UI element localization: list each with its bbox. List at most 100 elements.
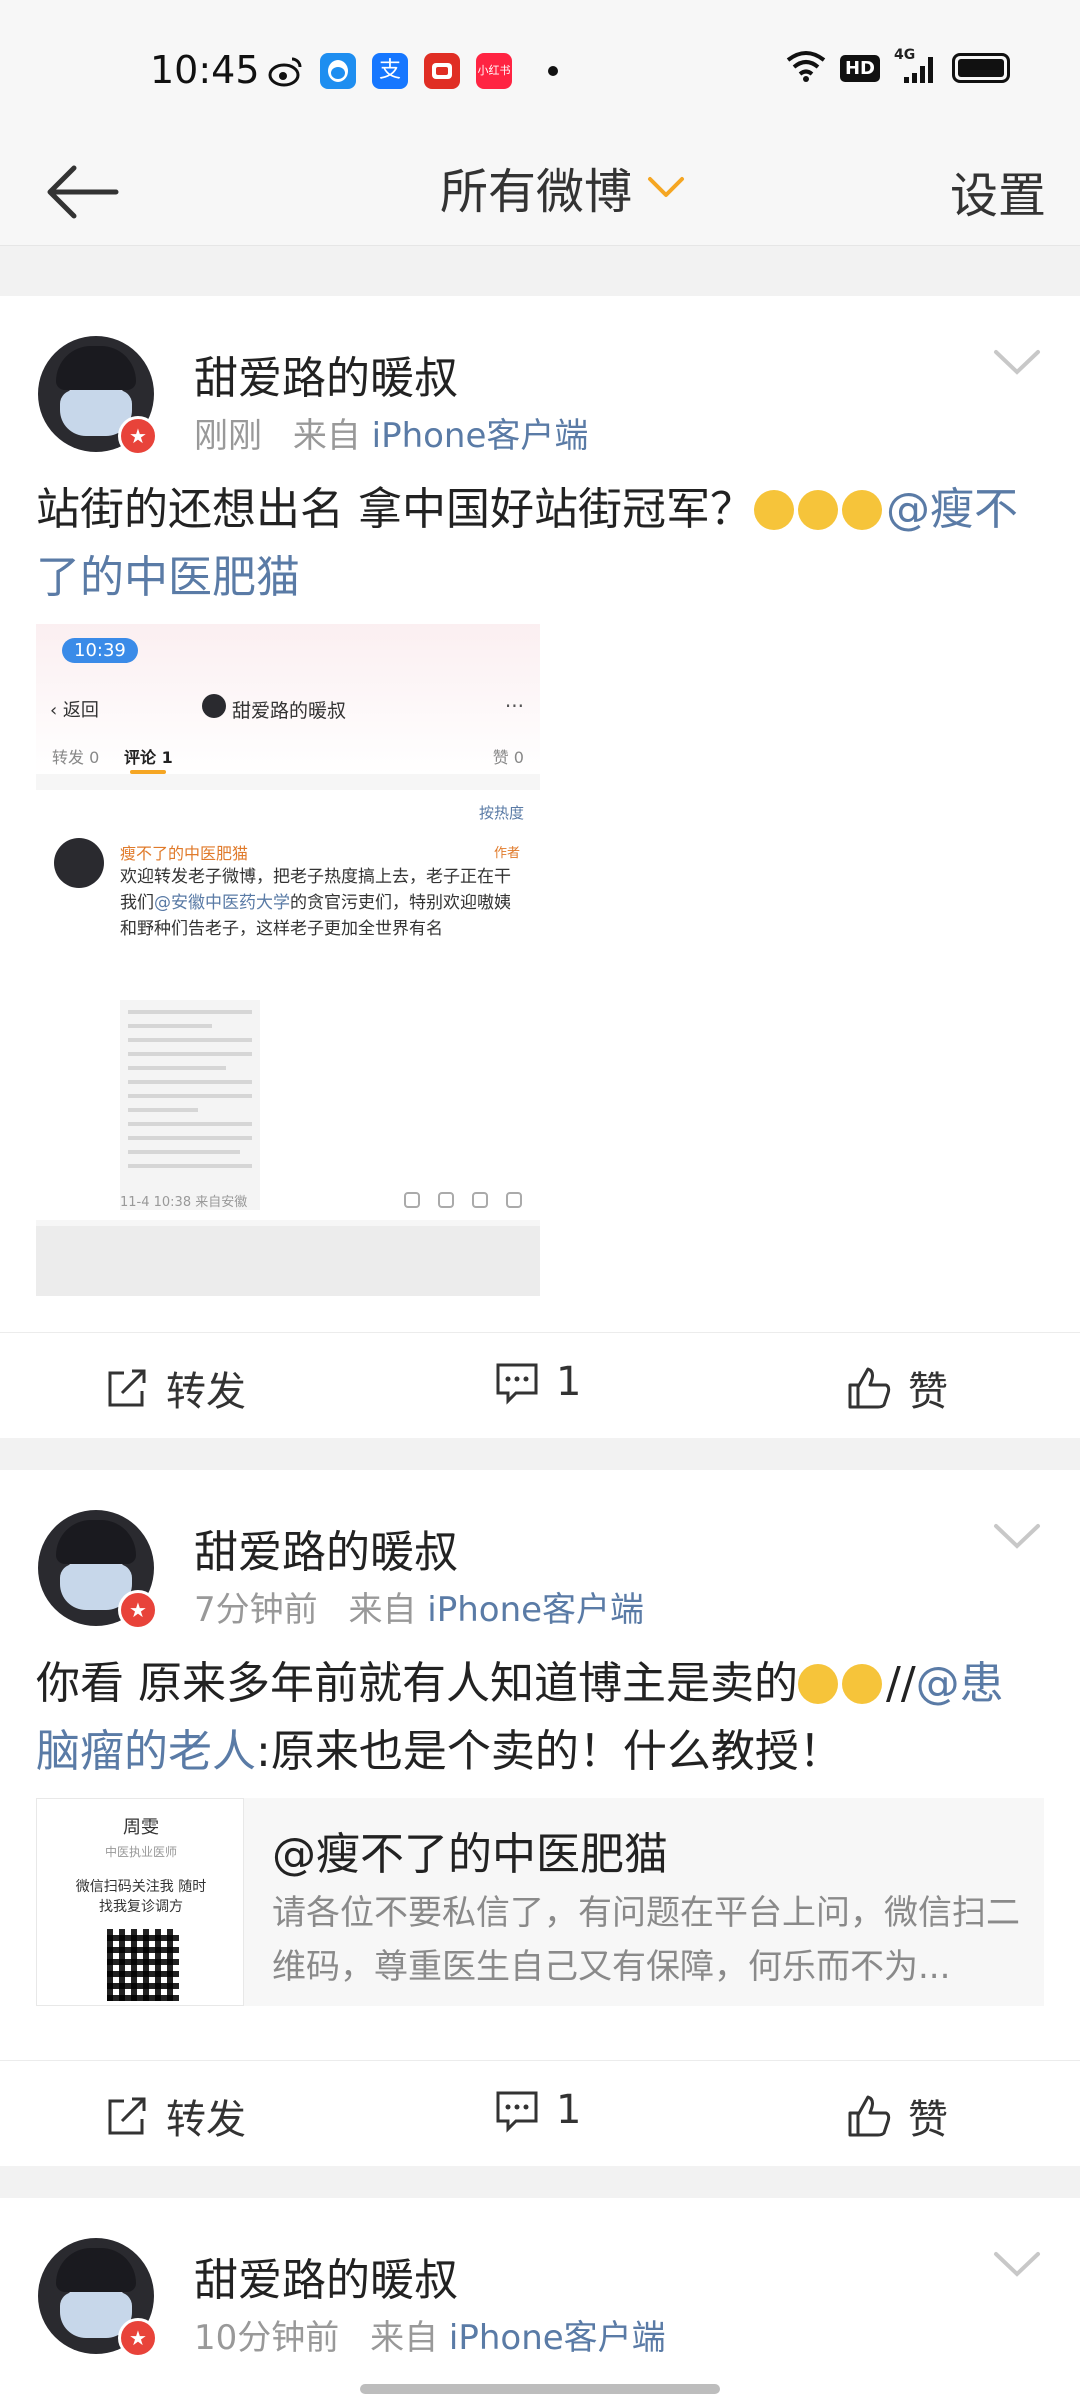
post-time: 10分钟前 xyxy=(194,2318,340,2358)
post-actions: 转发 1 赞 xyxy=(0,2060,1080,2164)
signal-icon: 4G xyxy=(894,47,938,85)
post-time: 刚刚 xyxy=(194,416,262,456)
shot-tab-repost: 转发 0 xyxy=(52,748,100,767)
post-menu-button[interactable] xyxy=(990,2244,1044,2284)
verified-badge-icon: ★ xyxy=(118,1590,158,1630)
author-name[interactable]: 甜爱路的暖叔 xyxy=(194,2244,458,2308)
source-prefix: 来自 xyxy=(370,2318,439,2358)
thumb-subtitle: 中医执业医师 xyxy=(104,1845,177,1859)
comment-button[interactable]: 1 xyxy=(494,2087,581,2133)
card-title: @瘦不了的中医肥猫 xyxy=(272,1829,668,1880)
post-text: 站街的还想出名 拿中国好站街冠军？ @瘦不了的中医肥猫 xyxy=(36,476,1046,612)
like-button[interactable]: 赞 xyxy=(846,2087,948,2145)
link-card[interactable]: 周雯 中医执业医师 微信扫码关注我 随时找我复诊调方 @瘦不了的中医肥猫 请各位… xyxy=(36,1798,1044,2006)
post-source[interactable]: iPhone客户端 xyxy=(427,1590,644,1630)
thinking-emoji-icon xyxy=(754,490,794,530)
shot-comment-mention: @安徽中医药大学 xyxy=(154,893,290,913)
thumb-slogan: 微信扫码关注我 随时找我复诊调方 xyxy=(75,1879,207,1915)
like-button[interactable]: 赞 xyxy=(846,1359,948,1417)
post-menu-button[interactable] xyxy=(990,1516,1044,1556)
shot-comment: 欢迎转发老子微博，把老子热度搞上去，老子正在干我们@安徽中医药大学的贪官污吏们，… xyxy=(120,864,520,942)
post-meta: 10分钟前 来自 iPhone客户端 xyxy=(194,2310,666,2359)
arrow-left-icon xyxy=(47,165,119,219)
post-time: 7分钟前 xyxy=(194,1590,318,1630)
back-button[interactable] xyxy=(40,150,124,234)
post-source[interactable]: iPhone客户端 xyxy=(372,416,589,456)
card-thumbnail: 周雯 中医执业医师 微信扫码关注我 随时找我复诊调方 xyxy=(36,1798,244,2006)
feed-post[interactable]: ★ 甜爱路的暖叔 刚刚 来自 iPhone客户端 站街的还想出名 拿中国好站街冠… xyxy=(0,296,1080,1438)
shot-inner-image xyxy=(120,1000,260,1210)
post-image[interactable]: 10:39 ‹ 返回 甜爱路的暖叔 ··· 转发 0 评论 1 赞 0 按热度 … xyxy=(36,624,540,1296)
repost-label: 转发 xyxy=(166,1369,246,1415)
qr-code-icon xyxy=(107,1929,179,2001)
verified-badge-icon: ★ xyxy=(118,416,158,456)
comment-count: 1 xyxy=(556,1359,582,1405)
comment-count: 1 xyxy=(556,2087,582,2133)
post-text: 你看 原来多年前就有人知道博主是卖的//@患脑瘤的老人:原来也是个卖的！什么教授… xyxy=(36,1650,1046,1786)
post-text-quote: :原来也是个卖的！什么教授！ xyxy=(256,1726,843,1777)
repost-button[interactable]: 转发 xyxy=(104,2087,246,2145)
shot-tab-indicator xyxy=(130,770,166,774)
status-time: 10:45 xyxy=(150,48,260,92)
shot-avatar xyxy=(202,694,226,718)
alipay-icon: 支 xyxy=(372,53,408,89)
hd-badge: HD xyxy=(839,54,880,82)
xiaohongshu-icon: 小红书 xyxy=(476,53,512,89)
feed-post[interactable]: ★ 甜爱路的暖叔 10分钟前 来自 iPhone客户端 xyxy=(0,2198,1080,2400)
chevron-down-icon xyxy=(994,2252,1040,2277)
comment-icon xyxy=(496,1363,538,1405)
home-indicator[interactable] xyxy=(360,2384,720,2394)
shot-tab-comment: 评论 1 xyxy=(124,748,173,767)
source-prefix: 来自 xyxy=(348,1590,417,1630)
shot-status-time: 10:39 xyxy=(62,638,138,663)
share-icon xyxy=(108,1369,146,1407)
author-name[interactable]: 甜爱路的暖叔 xyxy=(194,1516,458,1580)
shot-commenter-avatar xyxy=(54,838,104,888)
weibo-icon xyxy=(268,53,304,89)
verified-badge-icon: ★ xyxy=(118,2318,158,2358)
thinking-emoji-icon xyxy=(842,1664,882,1704)
thinking-emoji-icon xyxy=(798,490,838,530)
comment-icon xyxy=(496,2091,538,2133)
thumbs-up-icon xyxy=(848,2095,891,2137)
battery-icon xyxy=(952,53,1010,83)
shot-sort: 按热度 xyxy=(478,804,524,822)
shot-commenter-name: 瘦不了的中医肥猫 xyxy=(120,844,249,863)
comment-button[interactable]: 1 xyxy=(494,1359,581,1405)
group-selector[interactable]: 所有微博 xyxy=(440,152,686,222)
post-text-body: 你看 原来多年前就有人知道博主是卖的 xyxy=(36,1658,798,1709)
post-menu-button[interactable] xyxy=(990,342,1044,382)
shot-back: ‹ 返回 xyxy=(50,700,99,721)
more-icon: ··· xyxy=(504,694,524,718)
post-text-body: 站街的还想出名 拿中国好站街冠军？ xyxy=(36,484,754,535)
qq-icon xyxy=(320,53,356,89)
source-prefix: 来自 xyxy=(292,416,361,456)
thumbs-up-icon xyxy=(848,1367,891,1409)
status-bar: 10:45 支 小红书 HD 4G xyxy=(0,0,1080,140)
feed-post[interactable]: ★ 甜爱路的暖叔 7分钟前 来自 iPhone客户端 你看 原来多年前就有人知道… xyxy=(0,1470,1080,2166)
chevron-down-icon xyxy=(994,1524,1040,1549)
shot-footer-icons xyxy=(404,1192,522,1208)
shot-tabs: 转发 0 评论 1 赞 0 xyxy=(36,736,540,776)
shot-title: 甜爱路的暖叔 xyxy=(232,700,347,722)
post-actions: 转发 1 赞 xyxy=(0,1332,1080,1436)
author-name[interactable]: 甜爱路的暖叔 xyxy=(194,342,458,406)
thumb-name: 周雯 xyxy=(123,1817,159,1838)
chevron-down-icon xyxy=(994,350,1040,375)
wifi-icon xyxy=(786,50,826,86)
shot-footer: 11-4 10:38 来自安徽 xyxy=(120,1195,248,1210)
post-source[interactable]: iPhone客户端 xyxy=(449,2318,666,2358)
post-meta: 7分钟前 来自 iPhone客户端 xyxy=(194,1582,644,1631)
post-meta: 刚刚 来自 iPhone客户端 xyxy=(194,408,588,457)
page-title: 所有微博 xyxy=(440,164,633,220)
nav-header: 所有微博 设置 xyxy=(0,140,1080,246)
share-icon xyxy=(108,2097,146,2135)
shot-author-tag: 作者 xyxy=(493,846,520,861)
shot-bottom-area xyxy=(36,1226,540,1296)
repost-button[interactable]: 转发 xyxy=(104,1359,246,1417)
repost-label: 转发 xyxy=(166,2097,246,2143)
pinduoduo-icon xyxy=(424,53,460,89)
settings-button[interactable]: 设置 xyxy=(950,156,1046,226)
card-description: 请各位不要私信了，有问题在平台上问，微信扫二维码，尊重医生自己又有保障，何乐而不… xyxy=(272,1893,1020,1987)
notification-dot xyxy=(548,66,558,76)
